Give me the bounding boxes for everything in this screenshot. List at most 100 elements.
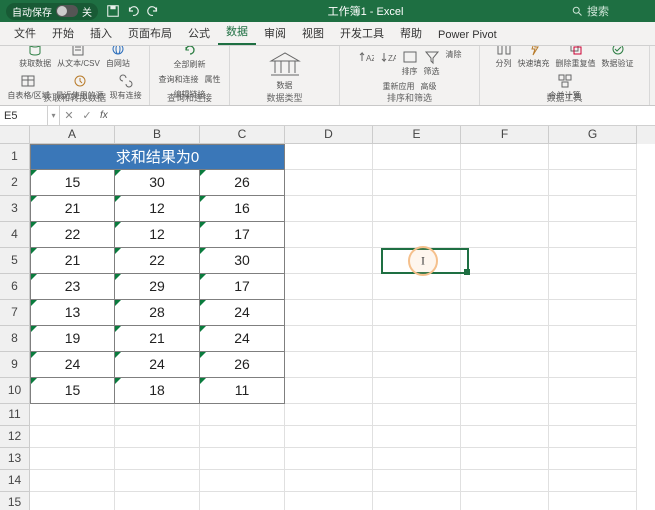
autosave-toggle[interactable]: 自动保存 关 (6, 3, 98, 20)
cell[interactable]: 26 (200, 352, 285, 378)
cell[interactable] (461, 196, 549, 222)
cell[interactable] (373, 470, 461, 492)
cell[interactable]: 21 (30, 196, 115, 222)
cell[interactable]: 24 (200, 326, 285, 352)
cell[interactable]: 24 (30, 352, 115, 378)
cell[interactable] (200, 426, 285, 448)
cancel-formula-button[interactable]: ✕ (60, 109, 78, 122)
row-header[interactable]: 9 (0, 352, 30, 378)
sort-za-button[interactable]: ZA (378, 48, 398, 78)
row-header[interactable]: 7 (0, 300, 30, 326)
cell[interactable]: 22 (30, 222, 115, 248)
cell[interactable] (373, 378, 461, 404)
cell[interactable] (200, 470, 285, 492)
cell[interactable] (285, 426, 373, 448)
col-header-b[interactable]: B (115, 126, 200, 144)
cell[interactable] (30, 448, 115, 470)
cell[interactable]: 24 (200, 300, 285, 326)
data-validation-button[interactable]: 数据验证 (600, 46, 636, 70)
cell[interactable]: 19 (30, 326, 115, 352)
cell[interactable] (461, 248, 549, 274)
cell[interactable] (461, 326, 549, 352)
cell[interactable] (115, 470, 200, 492)
tab-insert[interactable]: 插入 (82, 21, 120, 45)
row-header[interactable]: 13 (0, 448, 30, 470)
cell[interactable] (549, 144, 637, 170)
cell[interactable] (373, 426, 461, 448)
cell[interactable] (30, 492, 115, 510)
cell[interactable] (285, 274, 373, 300)
from-web-button[interactable]: 自网站 (104, 46, 132, 70)
cell[interactable]: 26 (200, 170, 285, 196)
cell[interactable] (200, 492, 285, 510)
cell[interactable] (461, 378, 549, 404)
cell[interactable] (285, 222, 373, 248)
cell[interactable] (549, 248, 637, 274)
redo-icon[interactable] (146, 4, 160, 18)
cell[interactable] (549, 274, 637, 300)
cell[interactable] (461, 352, 549, 378)
clear-filter-button[interactable]: 清除 (444, 48, 464, 78)
cell[interactable] (373, 196, 461, 222)
cell[interactable] (373, 300, 461, 326)
row-header[interactable]: 2 (0, 170, 30, 196)
cell[interactable]: 22 (115, 248, 200, 274)
queries-connections-button[interactable]: 查询和连接 (157, 73, 201, 86)
cell[interactable]: 12 (115, 222, 200, 248)
tab-data[interactable]: 数据 (218, 19, 256, 45)
cell[interactable] (461, 492, 549, 510)
cell[interactable] (461, 274, 549, 300)
enter-formula-button[interactable]: ✓ (78, 109, 96, 122)
name-box[interactable]: E5 (0, 106, 48, 125)
sort-button[interactable]: 排序 (400, 48, 420, 78)
cell[interactable] (285, 300, 373, 326)
cell[interactable] (549, 470, 637, 492)
data-type-button[interactable]: 数据 (265, 50, 305, 92)
cell[interactable]: 17 (200, 222, 285, 248)
cell[interactable] (549, 222, 637, 248)
from-text-csv-button[interactable]: 从文本/CSV (55, 46, 102, 70)
tab-help[interactable]: 帮助 (392, 21, 430, 45)
cell[interactable]: 17 (200, 274, 285, 300)
cell[interactable] (549, 404, 637, 426)
col-header-g[interactable]: G (549, 126, 637, 144)
cell[interactable] (373, 326, 461, 352)
row-header[interactable]: 12 (0, 426, 30, 448)
col-header-a[interactable]: A (30, 126, 115, 144)
cell[interactable] (461, 448, 549, 470)
cell[interactable] (285, 326, 373, 352)
select-all-corner[interactable] (0, 126, 30, 144)
row-header[interactable]: 14 (0, 470, 30, 492)
cell[interactable] (549, 326, 637, 352)
cell[interactable] (115, 404, 200, 426)
row-header[interactable]: 1 (0, 144, 30, 170)
spreadsheet-grid[interactable]: A B C D E F G 求和结果为0 1215302632112164221… (0, 126, 655, 510)
cell[interactable] (549, 196, 637, 222)
cell[interactable] (461, 470, 549, 492)
fx-icon[interactable]: fx (96, 110, 112, 121)
cell[interactable]: 21 (115, 326, 200, 352)
cell[interactable] (549, 170, 637, 196)
cell[interactable] (549, 378, 637, 404)
cell[interactable] (461, 170, 549, 196)
flash-fill-button[interactable]: 快速填充 (516, 46, 552, 70)
cell[interactable] (373, 144, 461, 170)
cell[interactable] (549, 352, 637, 378)
tab-formulas[interactable]: 公式 (180, 21, 218, 45)
row-header[interactable]: 6 (0, 274, 30, 300)
cell[interactable] (549, 300, 637, 326)
cell[interactable]: 18 (115, 378, 200, 404)
cell[interactable] (285, 170, 373, 196)
cell[interactable]: 30 (115, 170, 200, 196)
cell[interactable] (549, 492, 637, 510)
col-header-f[interactable]: F (461, 126, 549, 144)
cell[interactable] (285, 448, 373, 470)
cell[interactable] (30, 404, 115, 426)
cell[interactable] (373, 222, 461, 248)
cell[interactable]: 21 (30, 248, 115, 274)
cell[interactable] (461, 222, 549, 248)
cell[interactable] (285, 352, 373, 378)
cell[interactable] (373, 448, 461, 470)
cell[interactable] (285, 492, 373, 510)
cell[interactable] (200, 404, 285, 426)
